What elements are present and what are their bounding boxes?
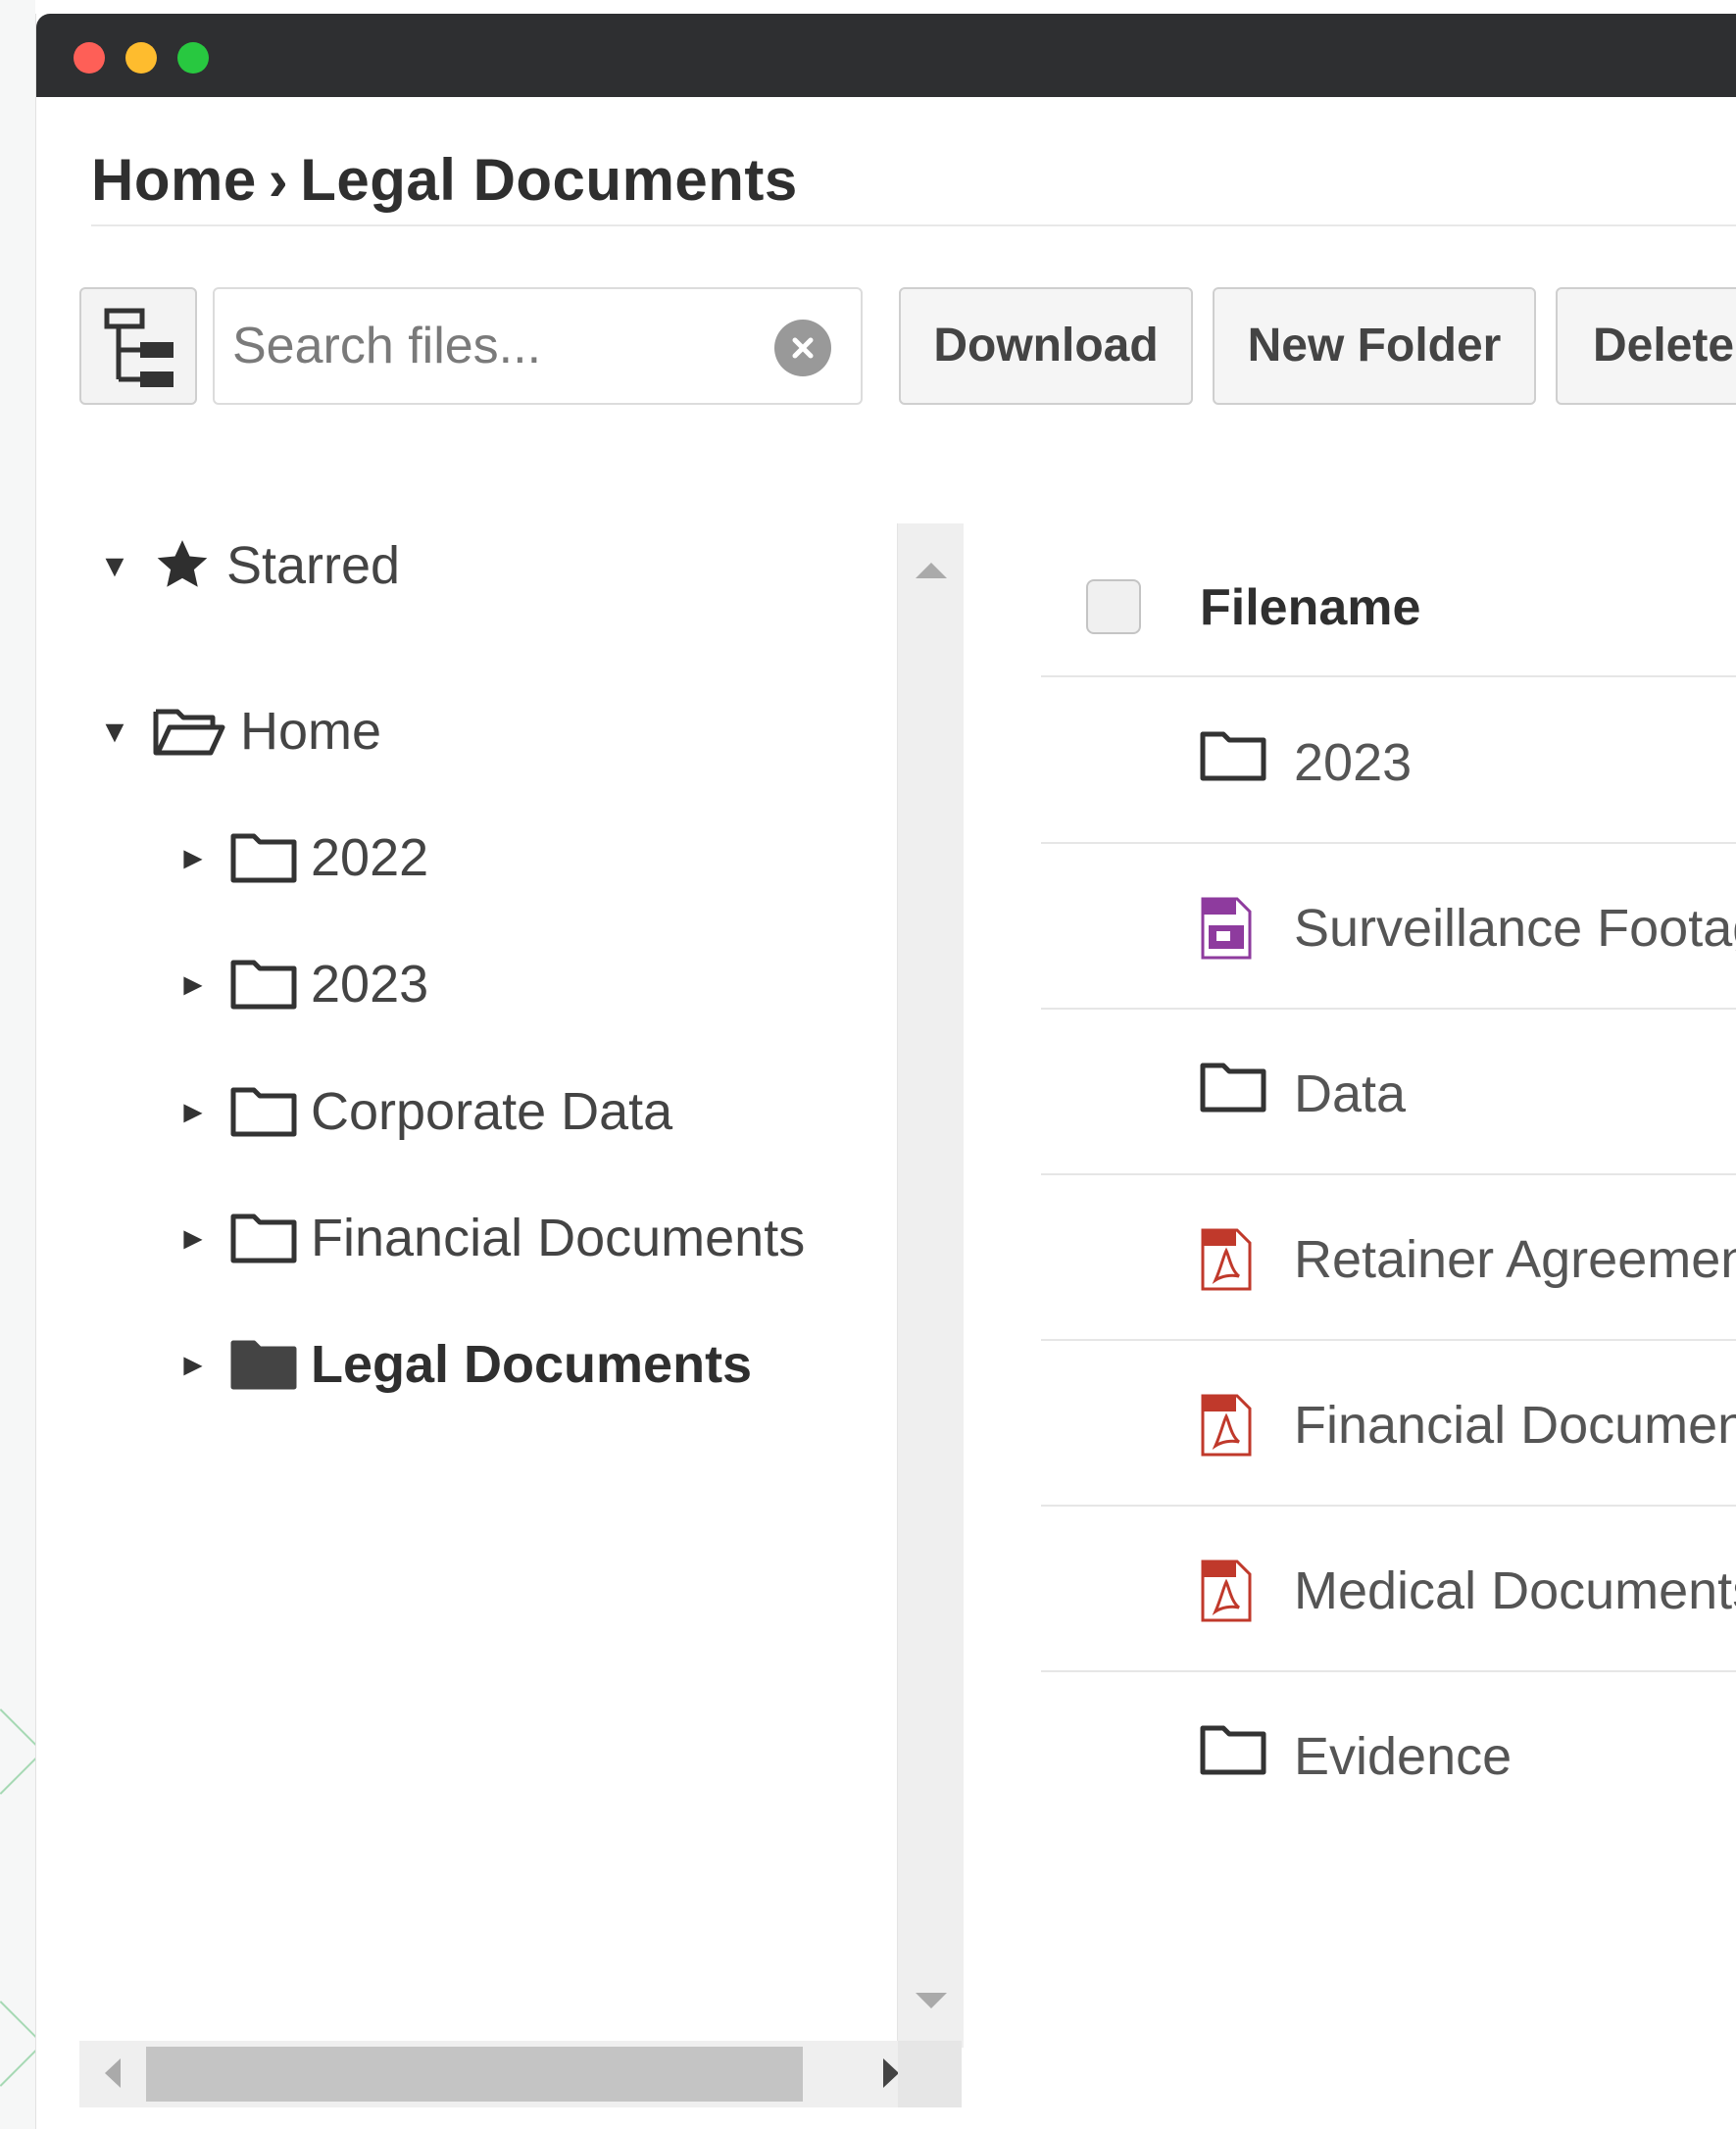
tree-item-label: 2022 [311, 828, 429, 887]
tree-item-legal-documents[interactable]: ► Legal Documents [174, 1325, 752, 1404]
table-row[interactable]: Evidence [1041, 1673, 1736, 1838]
folder-icon [1200, 730, 1266, 786]
download-button[interactable]: Download [899, 287, 1193, 405]
folder-icon [1200, 1724, 1266, 1780]
table-header: Filename [1041, 523, 1736, 677]
scrollbar-corner [898, 2041, 962, 2107]
tree-item-starred[interactable]: ▼ Starred [95, 526, 400, 605]
search-box [213, 287, 863, 405]
tree-item-label: Financial Documents [311, 1209, 806, 1267]
tree-item-label: Starred [226, 536, 401, 595]
file-name[interactable]: Financial Documen [1294, 1395, 1736, 1456]
file-name[interactable]: Evidence [1294, 1726, 1512, 1787]
tree-item-label: Home [240, 702, 382, 761]
folder-filled-icon [230, 1339, 297, 1390]
delete-button[interactable]: Delete [1556, 287, 1736, 405]
breadcrumb-current: Legal Documents [300, 147, 798, 213]
pdf-file-icon [1200, 1559, 1253, 1628]
tree-item-financial-documents[interactable]: ► Financial Documents [174, 1199, 805, 1277]
new-folder-button[interactable]: New Folder [1213, 287, 1536, 405]
tree-item-label: Corporate Data [311, 1082, 673, 1141]
file-name[interactable]: Surveillance Footag [1294, 898, 1736, 959]
folder-tree: ▼ Starred ▼ Home ► 2022 ► 2023 ► Corpora… [36, 523, 899, 2111]
star-icon [152, 535, 213, 596]
folder-icon [230, 1213, 297, 1263]
titlebar [36, 14, 1736, 97]
tree-vertical-scrollbar[interactable] [897, 523, 964, 2048]
clear-search-button[interactable] [774, 320, 831, 376]
scroll-left-arrow-icon[interactable] [105, 2058, 121, 2088]
folder-icon [230, 1086, 297, 1137]
table-row[interactable]: Medical Documents [1041, 1508, 1736, 1672]
table-row[interactable]: Surveillance Footag [1041, 845, 1736, 1010]
expand-caret-icon[interactable]: ▼ [95, 548, 134, 584]
file-manager-window: Home›Legal Documents Download New Folder… [35, 14, 1736, 2129]
table-row[interactable]: Financial Documen [1041, 1342, 1736, 1507]
file-name[interactable]: 2023 [1294, 732, 1412, 793]
table-row[interactable]: 2023 [1041, 679, 1736, 844]
scrollbar-thumb[interactable] [146, 2047, 803, 2102]
expand-caret-icon[interactable]: ▼ [95, 714, 134, 750]
minimize-window-button[interactable] [125, 42, 157, 74]
tree-item-2023[interactable]: ► 2023 [174, 945, 428, 1023]
select-all-checkbox[interactable] [1086, 579, 1141, 634]
video-file-icon [1200, 896, 1253, 965]
scroll-right-arrow-icon[interactable] [883, 2058, 899, 2088]
pdf-file-icon [1200, 1393, 1253, 1462]
folder-open-icon [152, 704, 226, 759]
breadcrumb-separator: › [268, 147, 289, 213]
expand-caret-icon[interactable]: ► [174, 1220, 213, 1257]
tree-toggle-button[interactable] [79, 287, 197, 405]
expand-caret-icon[interactable]: ► [174, 1347, 213, 1383]
header-divider [91, 224, 1736, 226]
column-header-filename[interactable]: Filename [1200, 578, 1420, 637]
close-window-button[interactable] [74, 42, 105, 74]
scroll-down-arrow-icon[interactable] [916, 1993, 947, 2008]
table-row[interactable]: Data [1041, 1011, 1736, 1175]
tree-item-corporate-data[interactable]: ► Corporate Data [174, 1072, 672, 1151]
tree-item-label: Legal Documents [311, 1335, 753, 1394]
left-gutter [0, 0, 44, 2129]
file-name[interactable]: Retainer Agreemen [1294, 1229, 1736, 1290]
folder-icon [230, 832, 297, 883]
expand-caret-icon[interactable]: ► [174, 1094, 213, 1130]
folder-icon [230, 959, 297, 1010]
search-input[interactable] [232, 309, 781, 383]
folder-tree-icon [104, 308, 174, 387]
close-circle-icon [792, 337, 814, 359]
breadcrumb-home[interactable]: Home [91, 147, 257, 213]
file-name[interactable]: Medical Documents [1294, 1560, 1736, 1621]
tree-horizontal-scrollbar[interactable] [79, 2041, 962, 2107]
table-row[interactable]: Retainer Agreemen [1041, 1176, 1736, 1341]
expand-caret-icon[interactable]: ► [174, 840, 213, 876]
maximize-window-button[interactable] [177, 42, 209, 74]
folder-icon [1200, 1062, 1266, 1117]
expand-caret-icon[interactable]: ► [174, 966, 213, 1003]
pdf-file-icon [1200, 1227, 1253, 1297]
scroll-up-arrow-icon[interactable] [916, 563, 947, 578]
tree-item-2022[interactable]: ► 2022 [174, 818, 428, 897]
tree-item-label: 2023 [311, 955, 429, 1014]
file-name[interactable]: Data [1294, 1064, 1406, 1124]
tree-item-home[interactable]: ▼ Home [95, 692, 381, 770]
breadcrumb: Home › Legal Documents [91, 146, 798, 214]
